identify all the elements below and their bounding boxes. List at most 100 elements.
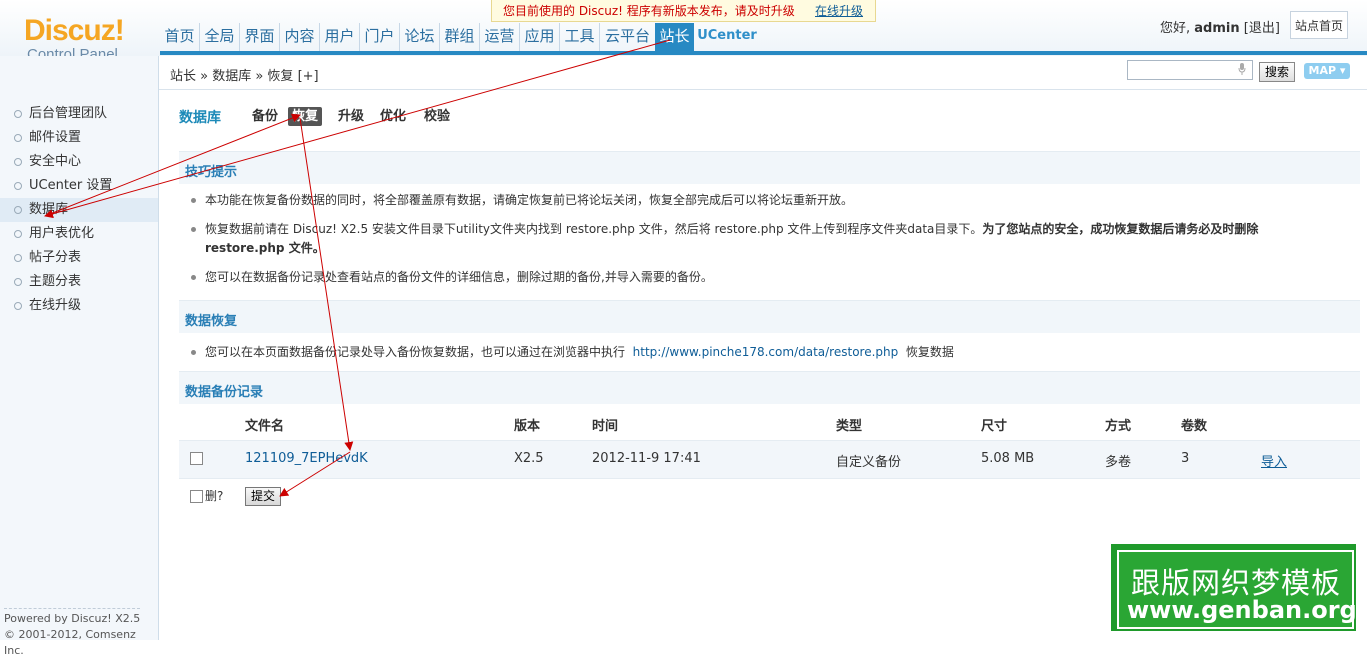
- chevron-down-icon: ▾: [1339, 64, 1346, 77]
- bullet-icon: [191, 350, 196, 355]
- logout-link[interactable]: [退出]: [1244, 21, 1280, 36]
- bullet-icon: [14, 302, 22, 310]
- map-button[interactable]: MAP ▾: [1304, 63, 1350, 79]
- watermark-inner: 跟版网织梦模板 www.genban.org: [1117, 550, 1357, 629]
- tip-item: 本功能在恢复备份数据的同时，将全部覆盖原有数据，请确定恢复前已将论坛关闭，恢复全…: [191, 191, 1325, 210]
- col-filename: 文件名: [245, 419, 285, 434]
- restore-title: 数据恢复: [185, 314, 238, 329]
- nav-item-portal[interactable]: 门户: [360, 23, 400, 51]
- footer: Powered by Discuz! X2.5 © 2001-2012, Com…: [4, 608, 158, 659]
- search-input[interactable]: [1127, 60, 1253, 80]
- col-volumes: 卷数: [1181, 419, 1208, 434]
- nav-item-content[interactable]: 内容: [280, 23, 320, 51]
- sidebar-item-upgrade[interactable]: 在线升级: [0, 294, 158, 318]
- header: Discuz! Control Panel 您目前使用的 Discuz! 程序有…: [0, 0, 1367, 63]
- records-title: 数据备份记录: [185, 385, 264, 400]
- nav-item-home[interactable]: 首页: [160, 23, 200, 51]
- update-notice: 您目前使用的 Discuz! 程序有新版本发布，请及时升级 在线升级: [491, 0, 876, 22]
- sidebar-item-thread-split[interactable]: 主题分表: [0, 270, 158, 294]
- update-notice-text: 您目前使用的 Discuz! 程序有新版本发布，请及时升级: [503, 4, 795, 18]
- bullet-icon: [14, 158, 22, 166]
- nav-underline: [160, 51, 1367, 55]
- bullet-icon: [191, 275, 196, 280]
- tip-text: 本功能在恢复备份数据的同时，将全部覆盖原有数据，请确定恢复前已将论坛关闭，恢复全…: [205, 193, 854, 207]
- bullet-icon: [14, 182, 22, 190]
- breadcrumb-bar: 站长 » 数据库 » 恢复 [+] 搜索 MAP ▾: [159, 56, 1367, 90]
- sidebar-item-label: 帖子分表: [29, 250, 82, 265]
- cell-mode: 多卷: [1105, 455, 1132, 470]
- tab-check[interactable]: 校验: [420, 107, 454, 126]
- tips-title: 技巧提示: [185, 165, 238, 180]
- col-version: 版本: [514, 419, 541, 434]
- cell-time: 2012-11-9 17:41: [592, 451, 701, 466]
- nav-item-ucenter[interactable]: UCenter: [697, 23, 757, 51]
- tip-item: 您可以在数据备份记录处查看站点的备份文件的详细信息，删除过期的备份,并导入需要的…: [191, 268, 1325, 287]
- tab-optimize[interactable]: 优化: [376, 107, 410, 126]
- search-button[interactable]: 搜索: [1259, 62, 1295, 82]
- username: admin: [1194, 21, 1240, 36]
- nav-item-global[interactable]: 全局: [200, 23, 240, 51]
- tab-backup[interactable]: 备份: [248, 107, 282, 126]
- sidebar-item-admin-team[interactable]: 后台管理团队: [0, 102, 158, 126]
- footer-divider: [4, 608, 140, 609]
- breadcrumb: 站长 » 数据库 » 恢复 [+]: [170, 69, 319, 84]
- nav-item-founder[interactable]: 站长: [655, 23, 694, 51]
- bullet-icon: [14, 254, 22, 262]
- bullet-icon: [14, 230, 22, 238]
- tips-header: 技巧提示: [179, 151, 1360, 184]
- microphone-icon[interactable]: [1238, 63, 1246, 75]
- sidebar-item-label: 安全中心: [29, 154, 82, 169]
- watermark: 跟版网织梦模板 www.genban.org: [1111, 544, 1357, 631]
- restore-url-link[interactable]: http://www.pinche178.com/data/restore.ph…: [633, 345, 899, 359]
- bullet-icon: [14, 110, 22, 118]
- tip-text: 恢复数据前请在 Discuz! X2.5 安装文件目录下utility文件夹内找…: [205, 222, 983, 236]
- nav-item-cloud[interactable]: 云平台: [601, 23, 654, 51]
- site-home-button[interactable]: 站点首页: [1290, 11, 1348, 39]
- user-box: 您好, admin [退出]: [1160, 17, 1280, 36]
- sidebar-item-label: UCenter 设置: [29, 178, 113, 193]
- cell-size: 5.08 MB: [981, 451, 1035, 466]
- sidebar-item-label: 在线升级: [29, 298, 82, 313]
- sidebar-item-user-table[interactable]: 用户表优化: [0, 222, 158, 246]
- tip-item: 恢复数据前请在 Discuz! X2.5 安装文件目录下utility文件夹内找…: [191, 220, 1325, 258]
- restore-text-end: 恢复数据: [905, 345, 954, 359]
- nav-item-user[interactable]: 用户: [320, 23, 360, 51]
- sidebar-item-label: 主题分表: [29, 274, 82, 289]
- sidebar-item-mail[interactable]: 邮件设置: [0, 126, 158, 150]
- nav-item-style[interactable]: 界面: [240, 23, 280, 51]
- import-link[interactable]: 导入: [1261, 451, 1287, 470]
- sidebar-item-label: 用户表优化: [29, 226, 95, 241]
- page-title: 数据库: [179, 110, 221, 126]
- logo-brand: Discuz!: [24, 14, 125, 47]
- submit-button[interactable]: 提交: [245, 487, 281, 506]
- sidebar-item-database[interactable]: 数据库: [0, 198, 158, 222]
- cell-version: X2.5: [514, 451, 544, 466]
- bullet-icon: [14, 134, 22, 142]
- nav-item-apps[interactable]: 应用: [520, 23, 560, 51]
- restore-text: 您可以在本页面数据备份记录处导入备份恢复数据，也可以通过在浏览器中执行: [205, 345, 626, 359]
- sidebar-item-post-split[interactable]: 帖子分表: [0, 246, 158, 270]
- tab-restore[interactable]: 恢复: [288, 107, 323, 126]
- nav-item-forum[interactable]: 论坛: [400, 23, 440, 51]
- bullet-icon: [191, 198, 196, 203]
- row-checkbox[interactable]: [190, 452, 203, 465]
- col-type: 类型: [836, 419, 863, 434]
- tip-text: 您可以在数据备份记录处查看站点的备份文件的详细信息，删除过期的备份,并导入需要的…: [205, 270, 713, 284]
- delete-checkbox[interactable]: [190, 490, 203, 503]
- nav-item-tools[interactable]: 工具: [560, 23, 600, 51]
- footer-powered: Powered by Discuz! X2.5: [4, 612, 141, 625]
- tab-upgrade[interactable]: 升级: [334, 107, 368, 126]
- backup-file-link[interactable]: 121109_7EPHevdK: [245, 451, 368, 466]
- sidebar-item-label: 邮件设置: [29, 130, 82, 145]
- cell-volumes: 3: [1181, 451, 1190, 466]
- greeting: 您好,: [1160, 21, 1191, 36]
- map-label: MAP: [1308, 64, 1337, 77]
- bullet-icon: [14, 206, 22, 214]
- online-upgrade-link[interactable]: 在线升级: [815, 0, 863, 22]
- sidebar-item-security[interactable]: 安全中心: [0, 150, 158, 174]
- nav-item-operation[interactable]: 运营: [480, 23, 520, 51]
- bullet-icon: [14, 278, 22, 286]
- nav-item-group[interactable]: 群组: [440, 23, 480, 51]
- cell-type: 自定义备份: [836, 455, 902, 470]
- sidebar-item-ucenter[interactable]: UCenter 设置: [0, 174, 158, 198]
